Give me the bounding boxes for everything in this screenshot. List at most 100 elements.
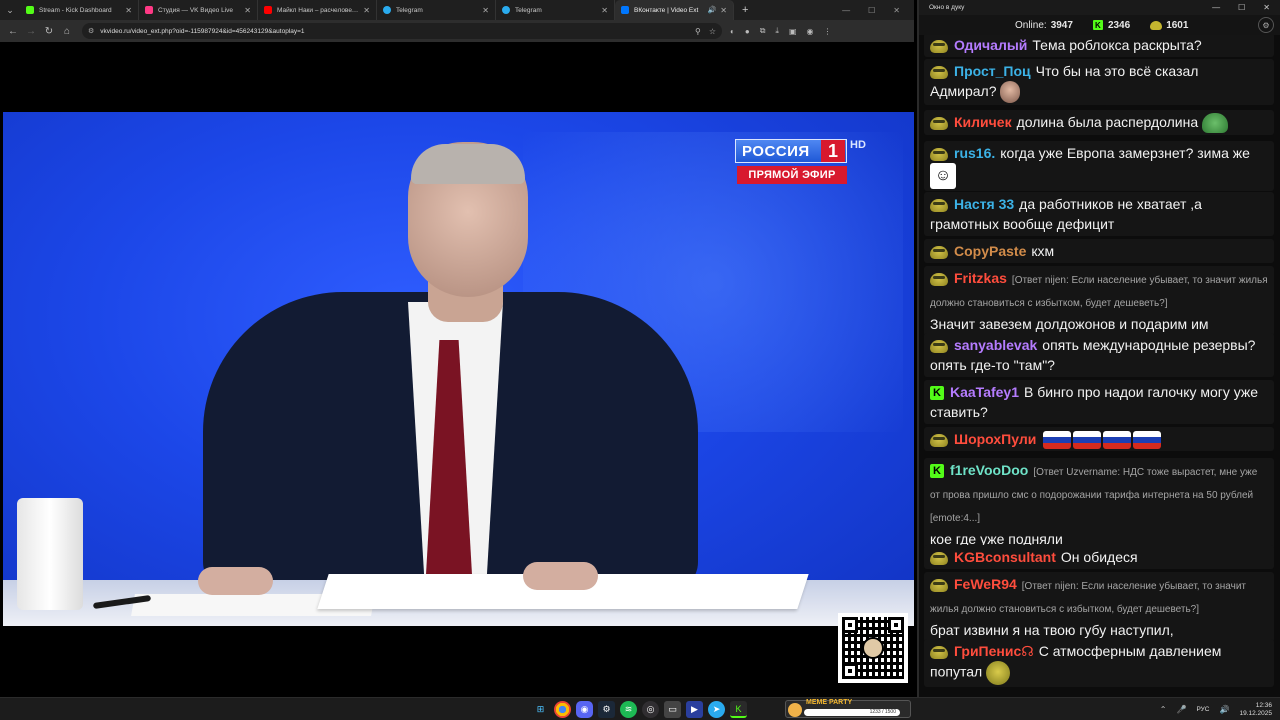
extensions-puzzle-icon[interactable]: ⧉ <box>760 26 766 36</box>
chat-window-title: Окно в дуку <box>929 4 965 11</box>
clock[interactable]: 12:36 19.12.2025 <box>1239 702 1272 718</box>
language-indicator[interactable]: РУС <box>1196 706 1209 713</box>
qr-finder <box>842 663 858 679</box>
forward-icon[interactable]: → <box>22 22 40 40</box>
smile-emote-icon: ☺ <box>930 163 956 189</box>
chat-username[interactable]: Fritzkas <box>954 270 1007 286</box>
chat-username[interactable]: KaaTafey1 <box>950 384 1019 400</box>
speaker-icon[interactable]: 🔊 <box>708 6 717 14</box>
spotify-icon[interactable]: ≋ <box>620 701 637 718</box>
telegram-icon[interactable]: ➤ <box>708 701 725 718</box>
chat-username[interactable]: CopyPaste <box>954 243 1026 259</box>
chat-message: KGBconsultant Он обидеся <box>924 545 1274 569</box>
site-info-icon[interactable]: ⚙ <box>88 27 94 35</box>
taskbar: ⊞ ◉ ⚙ ≋ ◎ ▭ ▶ ➤ K MEME PARTY 1233 / 1500… <box>0 697 1280 720</box>
pepe-badge-icon <box>930 245 948 259</box>
kick-badge-icon: K <box>930 386 944 401</box>
pepe-badge-icon <box>930 578 948 592</box>
kick-viewers: 2346 <box>1107 19 1131 31</box>
russian-flag-icon <box>1133 431 1162 450</box>
extension-badge-icon[interactable]: ● <box>745 27 750 36</box>
home-icon[interactable]: ⌂ <box>58 22 76 40</box>
chat-username[interactable]: rus16. <box>954 145 995 161</box>
tab-telegram-1[interactable]: Telegram ✕ <box>377 0 496 20</box>
kick-app-icon[interactable]: K <box>730 701 747 718</box>
chat-username[interactable]: FeWeR94 <box>954 576 1017 592</box>
close-icon[interactable]: ✕ <box>244 6 251 15</box>
minimize-icon[interactable]: — <box>842 6 850 15</box>
minimize-icon[interactable]: — <box>1212 3 1220 12</box>
close-icon[interactable]: ✕ <box>601 6 608 15</box>
chat-username[interactable]: Одичалый <box>954 37 1027 53</box>
chat-username[interactable]: Настя 33 <box>954 196 1014 212</box>
app-icon[interactable]: ▭ <box>664 701 681 718</box>
tab-vk-studio[interactable]: Студия — VK Видео Live ✕ <box>139 0 258 20</box>
profile-icon[interactable]: ◉ <box>807 27 814 36</box>
chat-message: Одичалый Тема роблокса раскрыта? <box>924 35 1274 57</box>
close-icon[interactable]: ✕ <box>720 6 727 15</box>
chat-username[interactable]: f1reVooDoo <box>950 462 1028 478</box>
address-bar[interactable]: ⚙ vkvideo.ru/video_ext.php?oid=-11598792… <box>82 23 722 39</box>
pepe-badge-icon <box>930 645 948 659</box>
chat-username[interactable]: sanyablevak <box>954 337 1037 353</box>
chevron-up-icon[interactable]: ⌃ <box>1160 705 1167 714</box>
tab-kick-dashboard[interactable]: Stream - Kick Dashboard ✕ <box>20 0 139 20</box>
widget-title: MEME PARTY <box>806 699 853 706</box>
chat-text: Значит завезем долдожонов и подарим им <box>930 316 1209 332</box>
chat-message: Киличек долина была распердолина <box>924 110 1274 136</box>
close-icon[interactable]: ✕ <box>363 6 370 15</box>
steam-icon[interactable]: ⚙ <box>598 701 615 718</box>
tab-search-icon[interactable]: ⌄ <box>0 0 20 20</box>
tab-telegram-2[interactable]: Telegram ✕ <box>496 0 615 20</box>
video-player[interactable]: РОССИЯ 1 HD ПРЯМОЙ ЭФИР <box>3 112 914 626</box>
pepe-badge-icon <box>930 198 948 212</box>
tab-strip: ⌄ Stream - Kick Dashboard ✕ Студия — VK … <box>0 0 914 20</box>
discord-icon[interactable]: ◉ <box>576 701 593 718</box>
widget-progress: 1233 / 1500 <box>804 709 900 716</box>
chat-message: K KaaTafey1 В бинго про надои галочку могу… <box>924 380 1274 424</box>
back-icon[interactable]: ← <box>4 22 22 40</box>
chat-titlebar: Окно в дуку — ☐ ✕ <box>919 0 1280 15</box>
microphone-icon[interactable]: 🎤 <box>1176 705 1186 714</box>
qr-finder <box>842 617 858 633</box>
sidepanel-icon[interactable]: ▣ <box>789 27 797 36</box>
bookmark-star-icon[interactable]: ☆ <box>709 27 716 36</box>
date-text: 19.12.2025 <box>1239 709 1272 717</box>
meme-party-widget[interactable]: MEME PARTY 1233 / 1500 <box>785 699 911 718</box>
reload-icon[interactable]: ↻ <box>40 22 58 40</box>
tab-vk-video-ext[interactable]: ВКонтакте | Video Ext 🔊 ✕ <box>615 0 734 20</box>
media-player-icon[interactable]: ▶ <box>686 701 703 718</box>
channel-number: 1 <box>821 140 845 162</box>
extension-icon[interactable]: ◐ <box>730 27 735 36</box>
pepe-badge-icon <box>930 65 948 79</box>
kick-icon: K <box>1092 20 1103 30</box>
close-window-icon[interactable]: ✕ <box>893 6 900 15</box>
close-window-icon[interactable]: ✕ <box>1263 3 1270 12</box>
chat-username[interactable]: Киличек <box>954 114 1012 130</box>
close-icon[interactable]: ✕ <box>125 6 132 15</box>
chat-message: ГриПенис☊ С атмосферным давлением попутал <box>924 639 1274 687</box>
close-icon[interactable]: ✕ <box>482 6 489 15</box>
maximize-icon[interactable]: ☐ <box>868 6 875 15</box>
zoom-icon[interactable]: ⚲ <box>695 27 701 36</box>
chat-username[interactable]: Прост_Поц <box>954 63 1031 79</box>
cup <box>17 498 83 610</box>
download-icon[interactable]: ⤓ <box>775 26 779 36</box>
chat-username[interactable]: ШорохПули <box>954 431 1036 447</box>
chrome-icon[interactable] <box>554 701 571 718</box>
extension-icons: ◐ ● ⧉ ⤓ ▣ ◉ ⋮ <box>730 26 832 36</box>
new-tab-button[interactable]: + <box>734 0 756 20</box>
volume-icon[interactable]: 🔊 <box>1219 705 1229 714</box>
tab-youtube[interactable]: Майкл Наки – расчеловечив... ✕ <box>258 0 377 20</box>
menu-icon[interactable]: ⋮ <box>824 27 832 36</box>
maximize-icon[interactable]: ☐ <box>1238 3 1245 12</box>
chat-username[interactable]: ГриПенис☊ <box>954 643 1034 659</box>
chat-username[interactable]: KGBconsultant <box>954 549 1056 565</box>
online-count: 3947 <box>1050 19 1073 31</box>
russian-flag-icon <box>1103 431 1132 450</box>
youtube-icon <box>264 6 272 14</box>
chat-messages[interactable]: Одичалый Тема роблокса раскрыта? Прост_По… <box>919 35 1280 697</box>
obs-icon[interactable]: ◎ <box>642 701 659 718</box>
start-icon[interactable]: ⊞ <box>532 701 549 718</box>
chat-settings-icon[interactable]: ⚙ <box>1258 17 1274 33</box>
